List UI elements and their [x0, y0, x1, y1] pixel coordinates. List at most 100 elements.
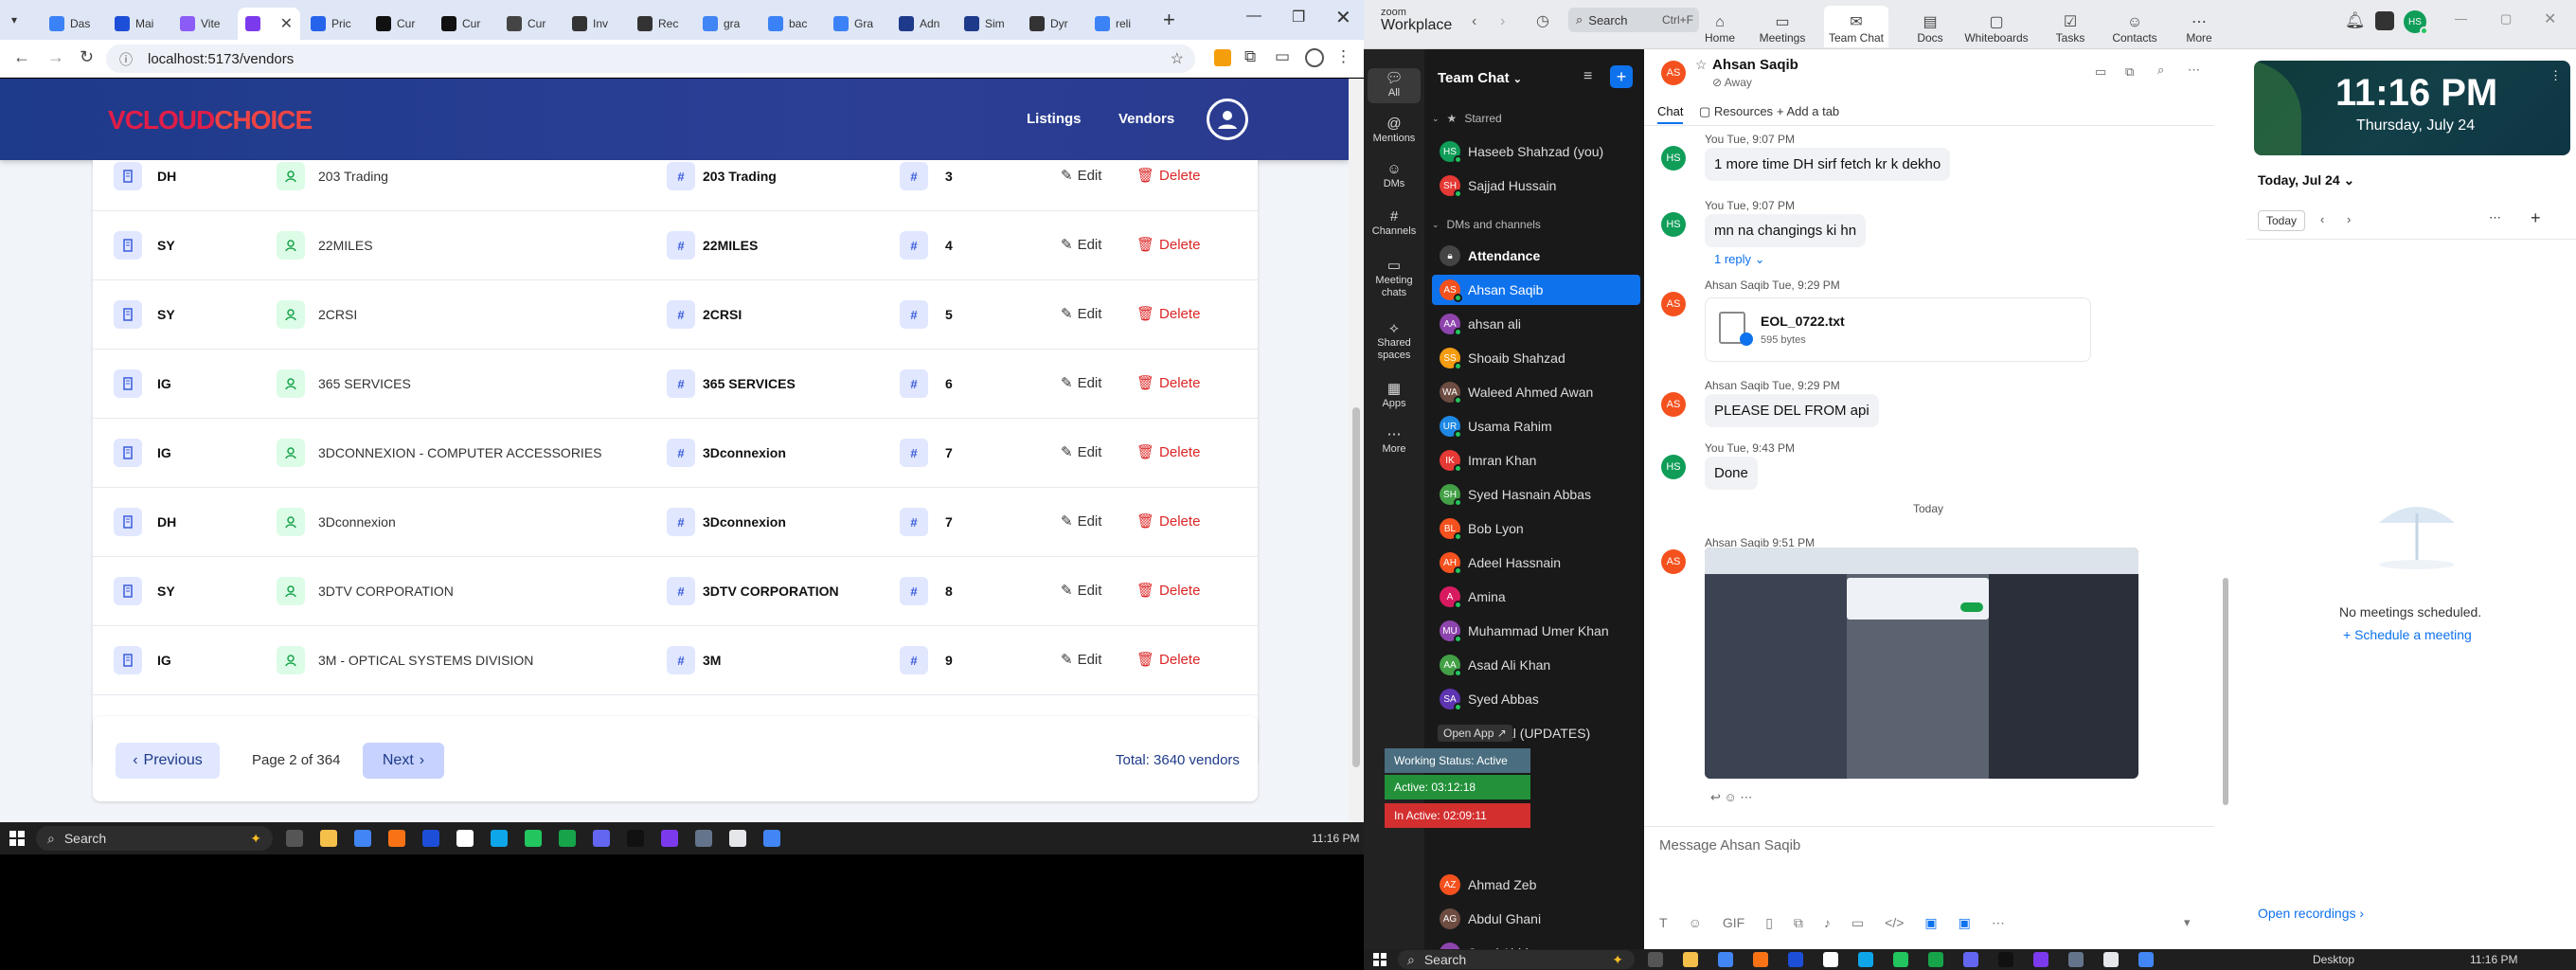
edit-button[interactable]: ✎ Edit	[1061, 236, 1101, 254]
message-bubble[interactable]: mn na changings ki hn	[1705, 214, 1867, 247]
kebab-menu-icon[interactable]: ⋮	[1335, 47, 1351, 66]
tab-search-icon[interactable]: ▾	[11, 13, 17, 27]
chat-list-item[interactable]: SH Syed Hasnain Abbas	[1432, 479, 1640, 510]
new-tab-button[interactable]: +	[1163, 8, 1175, 32]
file-attachment[interactable]: EOL_0722.txt 595 bytes	[1705, 297, 2091, 362]
taskbar-app-icon[interactable]	[1858, 952, 1873, 967]
taskbar-app-icon[interactable]	[559, 830, 576, 847]
history-icon[interactable]: ◷	[1536, 11, 1549, 30]
app-icon[interactable]: ▣	[1924, 915, 1937, 931]
taskbar-app-icon[interactable]	[2138, 952, 2154, 967]
format-icon[interactable]: T	[1659, 915, 1668, 931]
sidebar-item-dms[interactable]: ☺ DMs	[1364, 162, 1424, 190]
close-window-button[interactable]: ✕	[2544, 9, 2556, 28]
reply-count[interactable]: 1 reply ⌄	[1714, 252, 1765, 267]
edit-button[interactable]: ✎ Edit	[1061, 305, 1101, 323]
browser-tab[interactable]: gra	[695, 8, 758, 40]
chat-list-item[interactable]: IK Imran Khan	[1432, 445, 1640, 476]
delete-button[interactable]: 🗑︎ Delete	[1136, 651, 1200, 669]
taskbar-app-icon[interactable]	[1963, 952, 1978, 967]
browser-tab[interactable]: Pric	[303, 8, 366, 40]
taskbar-app-icon[interactable]	[2103, 952, 2119, 967]
browser-tab[interactable]: Cur	[434, 8, 496, 40]
taskbar-clock[interactable]: 11:16 PM	[1312, 832, 1359, 845]
taskbar-app-icon[interactable]	[1753, 952, 1768, 967]
profile-icon[interactable]	[1305, 48, 1324, 67]
top-nav-meetings[interactable]: ▭ Meetings	[1750, 6, 1815, 47]
chat-list-item[interactable]: SS Shoaib Shahzad	[1432, 343, 1640, 373]
channel-attendance[interactable]: 🔒︎ Attendance	[1432, 241, 1640, 271]
close-tab-icon[interactable]: ✕	[280, 14, 293, 33]
minimize-button[interactable]: —	[1246, 8, 1261, 25]
minimize-button[interactable]: —	[2455, 11, 2467, 26]
taskbar-search[interactable]: ⌕ Search ✦	[1398, 950, 1635, 969]
taskbar-app-icon[interactable]	[661, 830, 678, 847]
open-app-tooltip[interactable]: Open App ↗	[1438, 725, 1512, 742]
taskbar-app-icon[interactable]	[422, 830, 439, 847]
more-icon[interactable]: ⋯	[1992, 915, 2005, 931]
notification-bell-icon[interactable]: 🔔︎	[2345, 11, 2366, 30]
start-windows-icon[interactable]	[9, 831, 25, 846]
taskbar-app-icon[interactable]	[388, 830, 405, 847]
maximize-button[interactable]: ❐	[1292, 8, 1305, 27]
top-nav-tasks[interactable]: ☑ Tasks	[2038, 6, 2102, 47]
taskbar-app-icon[interactable]	[525, 830, 542, 847]
gif-icon[interactable]: GIF	[1723, 915, 1744, 931]
zoom-search-box[interactable]: ⌕ Search Ctrl+F	[1568, 8, 1699, 32]
emoji-icon[interactable]: ☺	[1689, 915, 1702, 931]
forward-icon[interactable]: →	[47, 47, 64, 67]
delete-button[interactable]: 🗑︎ Delete	[1136, 167, 1200, 185]
sidebar-item-meeting-chats[interactable]: ▭ Meeting chats	[1364, 259, 1424, 299]
taskbar-app-icon[interactable]	[1998, 952, 2013, 967]
sidebar-item-apps[interactable]: ▦ Apps	[1364, 382, 1424, 410]
widget-more-icon[interactable]: ⋮	[2549, 68, 2562, 83]
attach-icon[interactable]: ▯	[1765, 915, 1773, 931]
working-status-widget[interactable]: Working Status: Active	[1385, 748, 1530, 773]
video-call-icon[interactable]: ▭	[2095, 64, 2106, 80]
taskbar-app-icon[interactable]	[1788, 952, 1803, 967]
taskbar-app-icon[interactable]	[695, 830, 712, 847]
chat-list-item[interactable]: SA Syed Abbas	[1432, 684, 1640, 714]
taskbar-clock[interactable]: 11:16 PM	[2470, 953, 2517, 966]
edit-button[interactable]: ✎ Edit	[1061, 651, 1101, 669]
browser-tab[interactable]: Vite	[172, 8, 235, 40]
delete-button[interactable]: 🗑︎ Delete	[1136, 236, 1200, 254]
sidebar-item-shared-spaces[interactable]: ⟡ Shared spaces	[1364, 321, 1424, 362]
chat-list-item[interactable]: AA ahsan ali	[1432, 309, 1640, 339]
bookmark-star-icon[interactable]: ☆	[1171, 49, 1184, 68]
taskbar-app-icon[interactable]	[2033, 952, 2048, 967]
next-day-icon[interactable]: ›	[2347, 212, 2351, 226]
chat-list-item[interactable]: SASaad Abid	[1432, 938, 1640, 949]
back-icon[interactable]: ←	[13, 47, 30, 67]
delete-button[interactable]: 🗑︎ Delete	[1136, 582, 1200, 600]
chat-list-item[interactable]: AG Abdul Ghani	[1432, 904, 1640, 934]
edit-button[interactable]: ✎ Edit	[1061, 443, 1101, 461]
sidebar-item-more[interactable]: ⋯ More	[1364, 427, 1424, 456]
maximize-button[interactable]: ▢	[2500, 11, 2512, 27]
video-icon[interactable]: ▭	[1852, 915, 1864, 931]
taskbar-app-icon[interactable]	[1893, 952, 1908, 967]
sidebar-item-all[interactable]: 💬︎ All	[1368, 68, 1421, 103]
chat-list-item[interactable]: AH Adeel Hassnain	[1432, 548, 1640, 578]
message-bubble[interactable]: 1 more time DH sirf fetch kr k dekho	[1705, 148, 1951, 181]
chat-contact-name[interactable]: Ahsan Saqib	[1712, 57, 1798, 73]
forward-icon[interactable]: ›	[1500, 13, 1505, 30]
add-tab-button[interactable]: + Add a tab	[1777, 104, 1839, 118]
browser-tab[interactable]: Adn	[891, 8, 954, 40]
sidepanel-icon[interactable]: ▭	[1275, 47, 1290, 66]
add-event-icon[interactable]: +	[2531, 208, 2541, 228]
message-input[interactable]: Message Ahsan Saqib	[1659, 837, 1800, 853]
app2-icon[interactable]: ▣	[1959, 915, 1971, 931]
taskbar-app-icon[interactable]	[1683, 952, 1698, 967]
previous-button[interactable]: ‹ Previous	[116, 743, 220, 779]
shared-screenshot-image[interactable]	[1705, 548, 2138, 779]
taskbar-app-icon[interactable]	[763, 830, 780, 847]
prev-day-icon[interactable]: ‹	[2320, 212, 2324, 226]
message-bubble[interactable]: Done	[1705, 457, 1758, 490]
taskbar-app-icon[interactable]	[1648, 952, 1663, 967]
top-nav-more[interactable]: ⋯ More	[2167, 6, 2231, 47]
close-window-button[interactable]: ✕	[1335, 6, 1351, 29]
calendar-more-icon[interactable]: ⋯	[2489, 210, 2501, 225]
taskbar-app-icon[interactable]	[593, 830, 610, 847]
address-bar[interactable]: ⓘ localhost:5173/vendors ☆	[106, 45, 1195, 73]
